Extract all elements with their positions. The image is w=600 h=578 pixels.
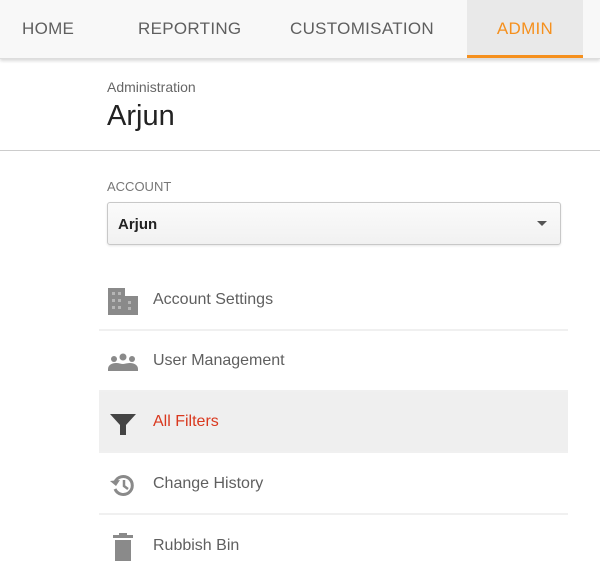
account-label: ACCOUNT bbox=[107, 179, 172, 194]
menu-item-user-management[interactable]: User Management bbox=[99, 331, 568, 392]
tab-admin[interactable]: ADMIN bbox=[467, 0, 583, 58]
tab-customisation[interactable]: CUSTOMISATION bbox=[290, 0, 434, 58]
menu-item-all-filters[interactable]: All Filters bbox=[99, 392, 568, 453]
account-select-value: Arjun bbox=[118, 216, 158, 233]
chevron-down-icon bbox=[537, 221, 547, 226]
menu-item-rubbish-bin[interactable]: Rubbish Bin bbox=[99, 516, 568, 577]
tab-home[interactable]: HOME bbox=[22, 0, 74, 58]
filter-icon bbox=[110, 414, 136, 435]
menu-item-change-history[interactable]: Change History bbox=[99, 454, 568, 515]
menu-item-label: All Filters bbox=[153, 413, 219, 430]
menu-item-label: Account Settings bbox=[153, 291, 274, 308]
page-title: Arjun bbox=[107, 100, 175, 132]
people-icon bbox=[108, 353, 138, 371]
menu-item-label: Change History bbox=[153, 475, 264, 492]
breadcrumb: Administration bbox=[107, 79, 196, 95]
tab-reporting[interactable]: REPORTING bbox=[138, 0, 241, 58]
trash-icon bbox=[113, 533, 133, 561]
top-nav: HOME REPORTING CUSTOMISATION ADMIN bbox=[0, 0, 600, 59]
building-icon bbox=[108, 288, 138, 315]
menu-item-label: User Management bbox=[153, 352, 285, 369]
page-header: Administration Arjun bbox=[0, 60, 600, 151]
account-select[interactable]: Arjun bbox=[107, 202, 561, 245]
menu-item-account-settings[interactable]: Account Settings bbox=[99, 270, 568, 331]
menu-item-label: Rubbish Bin bbox=[153, 537, 240, 554]
history-icon bbox=[110, 475, 134, 496]
